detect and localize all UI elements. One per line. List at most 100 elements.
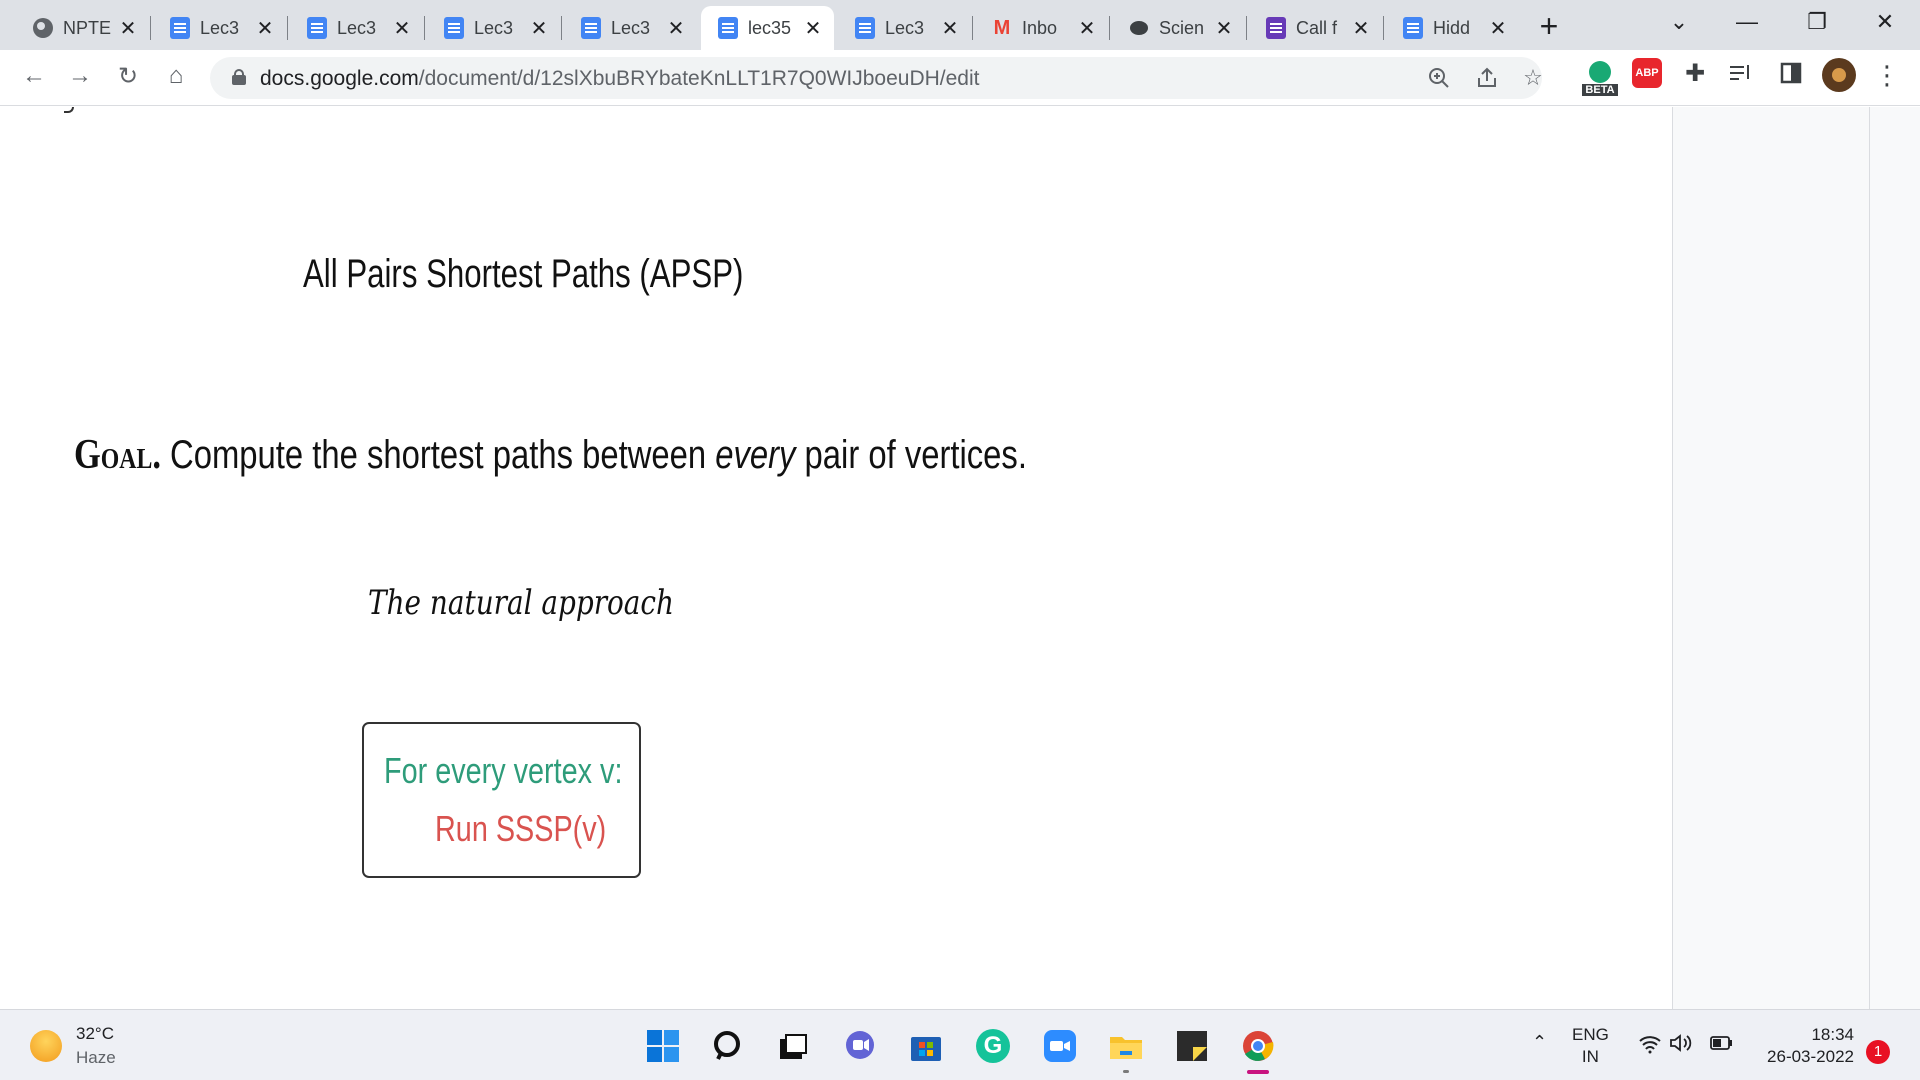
browser-tab[interactable]: Hidd ✕ xyxy=(1386,6,1519,50)
chat-icon-shape xyxy=(1130,21,1148,35)
tab-close-icon[interactable]: ✕ xyxy=(802,17,824,40)
file-explorer-icon[interactable] xyxy=(1108,1028,1144,1064)
slide-title: All Pairs Shortest Paths (APSP) xyxy=(303,252,744,296)
language-secondary: IN xyxy=(1581,1047,1599,1066)
tab-close-icon[interactable]: ✕ xyxy=(939,17,961,40)
minimize-button[interactable]: — xyxy=(1716,0,1778,44)
google-docs-icon xyxy=(580,17,602,39)
weather-condition: Haze xyxy=(76,1048,116,1067)
tab-separator xyxy=(1383,16,1384,40)
adblock-plus-icon[interactable]: ABP xyxy=(1632,58,1662,88)
chrome-active-indicator xyxy=(1247,1070,1269,1074)
chat-icon xyxy=(1128,17,1150,39)
tab-close-icon[interactable]: ✕ xyxy=(1350,17,1372,40)
zoom-icon[interactable] xyxy=(1424,63,1454,93)
google-docs-icon-shape xyxy=(307,17,327,39)
goal-keyword: Goal. xyxy=(74,432,161,478)
battery-icon[interactable] xyxy=(1708,1034,1734,1057)
beta-badge: BETA xyxy=(1582,83,1618,96)
tab-label: Hidd xyxy=(1433,17,1471,38)
explorer-running-indicator xyxy=(1123,1070,1129,1073)
grammarly-icon[interactable]: G xyxy=(975,1028,1011,1064)
tab-close-icon[interactable]: ✕ xyxy=(117,17,139,40)
zoom-meetings-icon[interactable] xyxy=(1042,1028,1078,1064)
google-docs-icon xyxy=(717,17,739,39)
google-docs-icon-shape xyxy=(1403,17,1423,39)
tab-close-icon[interactable]: ✕ xyxy=(1487,17,1509,40)
tab-label: Lec3 xyxy=(611,17,651,38)
notification-count-badge[interactable]: 1 xyxy=(1866,1040,1890,1064)
language-primary: ENG xyxy=(1572,1025,1609,1044)
browser-tab[interactable]: Lec3 ✕ xyxy=(427,6,560,50)
tab-label: Lec3 xyxy=(200,17,240,38)
tab-close-icon[interactable]: ✕ xyxy=(1076,17,1098,40)
document-page[interactable]: All Pairs Shortest Paths (APSP) Goal. Co… xyxy=(0,107,1673,1009)
browser-tab[interactable]: NPTE ✕ xyxy=(16,6,149,50)
language-indicator[interactable]: ENG IN xyxy=(1572,1024,1609,1068)
browser-tab[interactable]: lec35 ✕ xyxy=(701,6,834,50)
google-docs-icon-shape xyxy=(855,17,875,39)
browser-tab[interactable]: Lec3 ✕ xyxy=(564,6,697,50)
side-panel-icon[interactable] xyxy=(1776,58,1806,88)
beta-extension-logo xyxy=(1589,60,1611,83)
gmail-icon-shape: M xyxy=(993,16,1011,39)
tab-search-icon[interactable]: ⌄ xyxy=(1648,0,1710,44)
google-docs-icon xyxy=(443,17,465,39)
chrome-icon[interactable] xyxy=(1240,1028,1276,1064)
url-text[interactable]: docs.google.com/document/d/12slXbuBRYbat… xyxy=(260,67,979,91)
address-bar[interactable]: docs.google.com/document/d/12slXbuBRYbat… xyxy=(210,57,1543,99)
show-hidden-icons-chevron-icon[interactable]: ⌃ xyxy=(1532,1032,1547,1053)
google-docs-icon xyxy=(854,17,876,39)
search-icon[interactable] xyxy=(711,1028,747,1064)
browser-tab[interactable]: Scien ✕ xyxy=(1112,6,1245,50)
tab-close-icon[interactable]: ✕ xyxy=(1213,17,1235,40)
system-clock[interactable]: 18:34 26-03-2022 xyxy=(1750,1024,1854,1068)
browser-toolbar: ← → ↻ ⌂ docs.google.com/document/d/12slX… xyxy=(0,50,1920,106)
share-icon[interactable] xyxy=(1472,63,1502,93)
google-docs-icon-shape xyxy=(581,17,601,39)
algorithm-body-line: Run SSSP(v) xyxy=(435,808,607,849)
bookmark-star-icon[interactable]: ☆ xyxy=(1518,63,1548,93)
profile-avatar[interactable] xyxy=(1822,58,1856,92)
tab-label: lec35 xyxy=(748,17,792,38)
reload-button[interactable]: ↻ xyxy=(110,58,146,94)
extensions-puzzle-icon[interactable]: ✚ xyxy=(1680,58,1710,88)
google-docs-icon xyxy=(169,17,191,39)
tab-label: Scien xyxy=(1159,17,1205,38)
goal-emphasis: every xyxy=(715,433,796,477)
chrome-menu-icon[interactable]: ⋮ xyxy=(1872,58,1902,92)
browser-tab[interactable]: Lec3 ✕ xyxy=(153,6,286,50)
google-forms-icon xyxy=(1265,17,1287,39)
tab-close-icon[interactable]: ✕ xyxy=(665,17,687,40)
close-window-button[interactable]: ✕ xyxy=(1854,0,1916,44)
tab-separator xyxy=(972,16,973,40)
volume-icon[interactable] xyxy=(1668,1032,1694,1059)
tab-close-icon[interactable]: ✕ xyxy=(254,17,276,40)
windows-taskbar: 32°C Haze G ⌃ ENG IN 18:34 26-03-2022 1 xyxy=(0,1009,1920,1080)
sticky-notes-icon[interactable] xyxy=(1174,1028,1210,1064)
tab-close-icon[interactable]: ✕ xyxy=(391,17,413,40)
lock-icon[interactable] xyxy=(232,69,246,85)
browser-tab[interactable]: Call f ✕ xyxy=(1249,6,1382,50)
browser-tab[interactable]: M Inbo ✕ xyxy=(975,6,1108,50)
url-host: docs.google.com xyxy=(260,67,419,90)
clock-date: 26-03-2022 xyxy=(1767,1047,1854,1066)
windows-start-icon[interactable] xyxy=(645,1028,681,1064)
globe-icon xyxy=(32,17,54,39)
weather-widget[interactable]: 32°C Haze xyxy=(30,1024,116,1068)
browser-tab[interactable]: Lec3 ✕ xyxy=(838,6,971,50)
beta-extension-icon[interactable]: BETA xyxy=(1580,56,1620,100)
forward-button[interactable]: → xyxy=(62,58,98,94)
clock-time: 18:34 xyxy=(1811,1025,1854,1044)
microsoft-store-icon[interactable] xyxy=(908,1028,944,1064)
back-button[interactable]: ← xyxy=(16,58,52,94)
teams-chat-icon[interactable] xyxy=(842,1028,878,1064)
reading-list-icon[interactable] xyxy=(1726,58,1756,88)
tab-close-icon[interactable]: ✕ xyxy=(528,17,550,40)
browser-tab[interactable]: Lec3 ✕ xyxy=(290,6,423,50)
task-view-icon[interactable] xyxy=(775,1028,811,1064)
home-button[interactable]: ⌂ xyxy=(158,58,194,94)
restore-button[interactable]: ❐ xyxy=(1786,0,1848,44)
new-tab-button[interactable]: + xyxy=(1532,10,1566,44)
wifi-icon[interactable] xyxy=(1638,1034,1662,1059)
